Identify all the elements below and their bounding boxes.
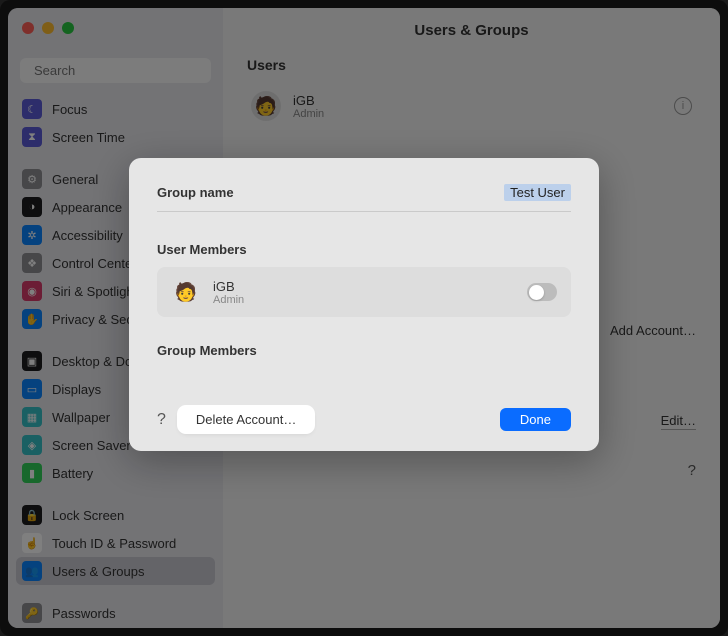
delete-account-button[interactable]: Delete Account… [180, 408, 312, 431]
modal-help-button[interactable]: ? [157, 411, 166, 429]
divider [157, 211, 571, 212]
done-button[interactable]: Done [500, 408, 571, 431]
member-row: 🧑 iGB Admin [157, 267, 571, 317]
group-name-value[interactable]: Test User [504, 184, 571, 201]
member-avatar: 🧑 [171, 277, 201, 307]
user-members-label: User Members [157, 242, 571, 257]
member-role: Admin [213, 294, 244, 306]
group-members-label: Group Members [157, 343, 571, 358]
member-toggle[interactable] [527, 283, 557, 301]
member-name: iGB [213, 279, 244, 294]
group-name-label: Group name [157, 185, 234, 200]
group-modal: Group name Test User User Members 🧑 iGB … [129, 158, 599, 451]
